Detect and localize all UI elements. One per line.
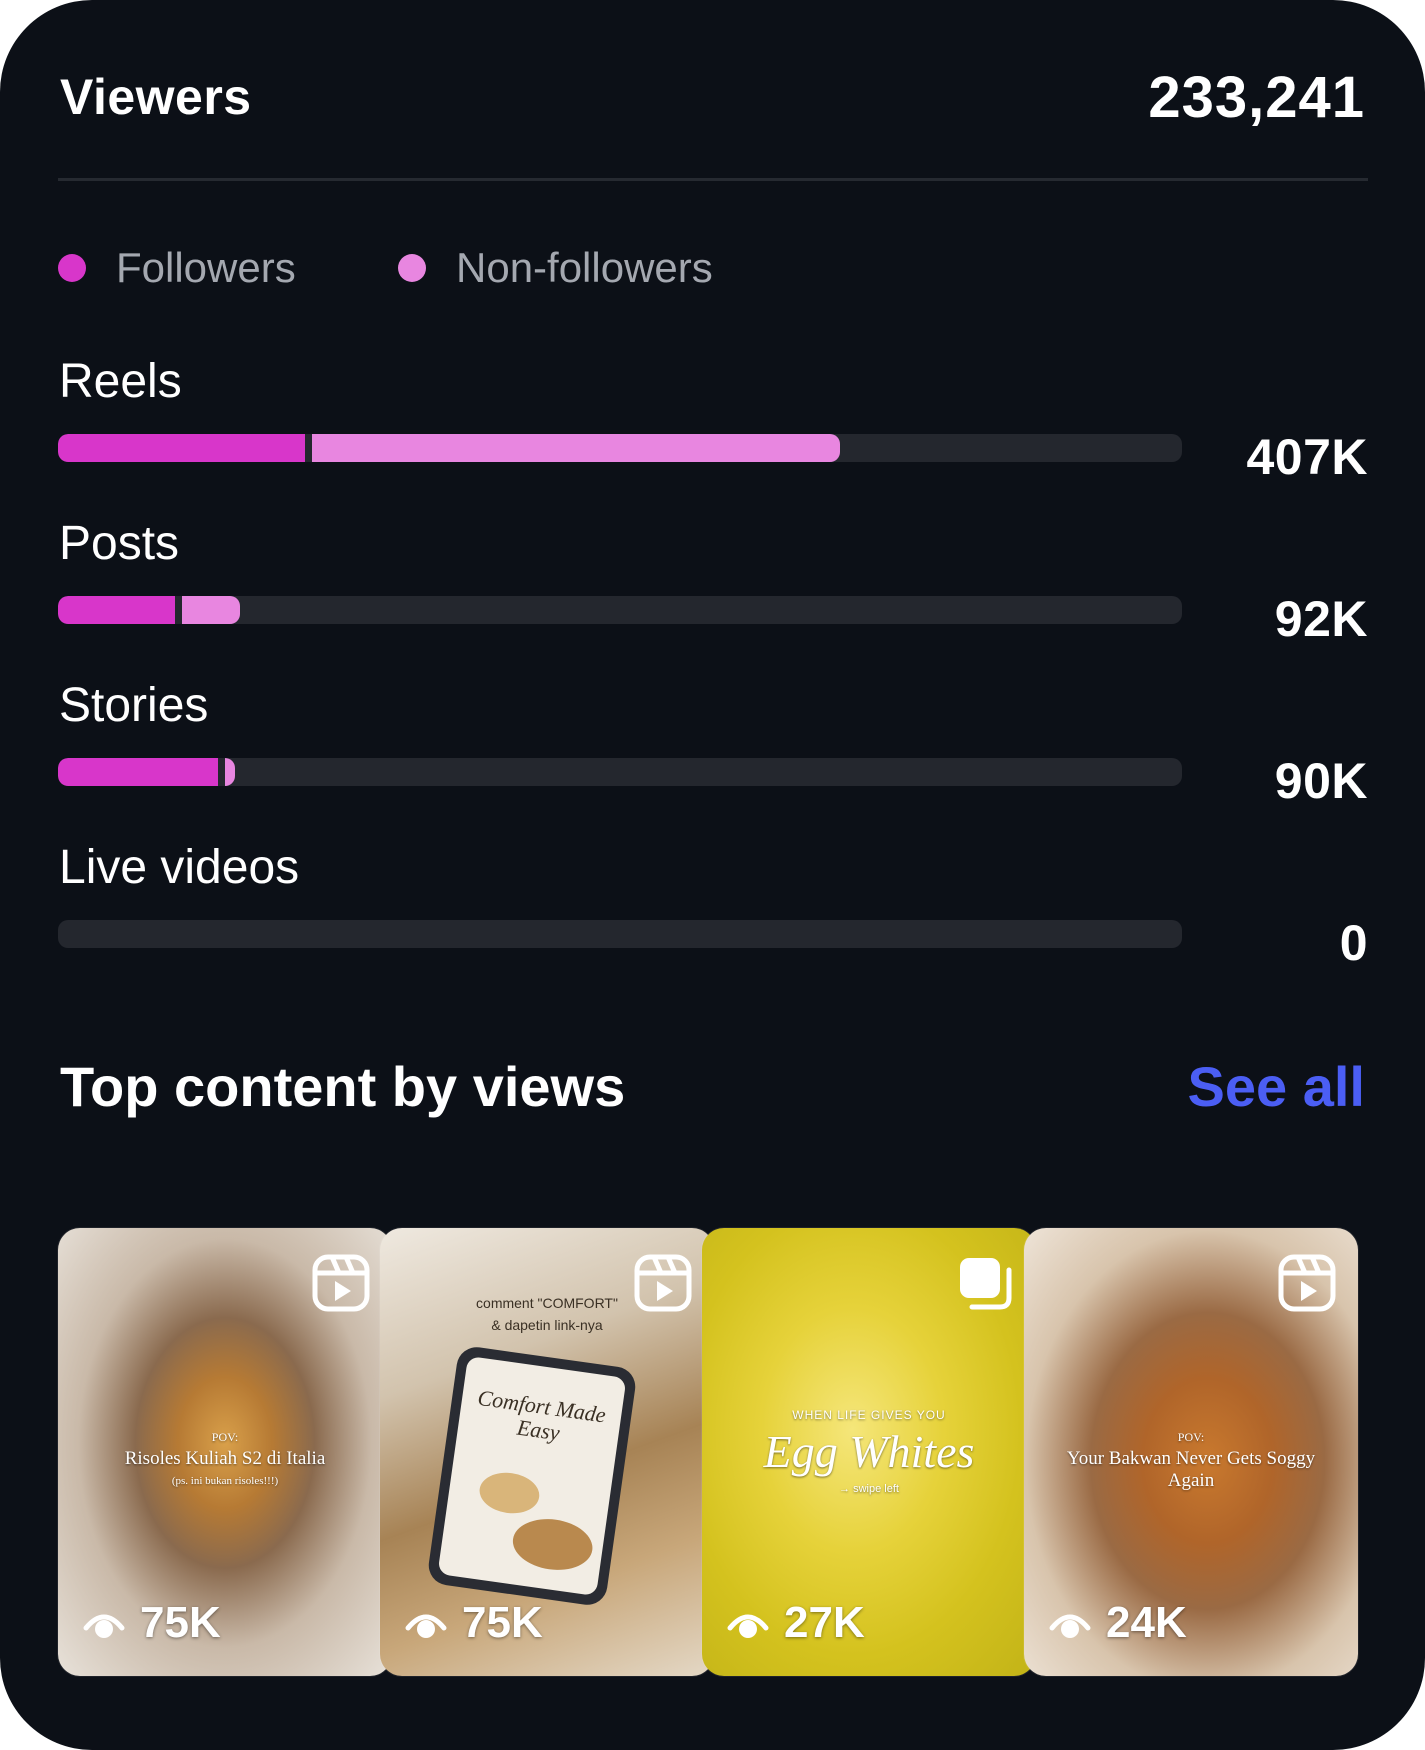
views-count: 27K	[784, 1598, 865, 1647]
viewers-title: Viewers	[60, 69, 252, 125]
followers-segment	[58, 758, 218, 786]
viewers-total: 233,241	[1148, 65, 1365, 130]
viewers-header: Viewers 233,241	[60, 62, 1365, 142]
legend-label-followers: Followers	[116, 244, 296, 291]
metric-value: 90K	[1274, 753, 1368, 809]
divider	[58, 178, 1368, 181]
reel-icon	[1278, 1254, 1336, 1312]
eye-icon	[1049, 1614, 1091, 1638]
legend-label-non-followers: Non-followers	[456, 244, 713, 291]
followers-dot	[58, 254, 86, 282]
non-followers-segment	[312, 434, 840, 462]
thumbnail-caption: POV: Your Bakwan Never Gets Soggy Again	[1066, 1430, 1316, 1491]
eye-icon	[405, 1614, 447, 1638]
metric-bar	[58, 920, 1182, 948]
metric-value: 92K	[1274, 591, 1368, 647]
metric-bar	[58, 596, 1182, 624]
carousel-icon	[960, 1258, 1012, 1310]
reel-icon	[312, 1254, 370, 1312]
metric-live-videos: Live videos 0	[58, 840, 1368, 980]
metric-label: Posts	[59, 517, 180, 570]
content-thumbnail[interactable]: POV: Your Bakwan Never Gets Soggy Again …	[1024, 1228, 1358, 1676]
metric-value: 0	[1339, 915, 1368, 971]
followers-segment	[58, 596, 175, 624]
metric-label: Live videos	[59, 841, 300, 894]
metric-label: Stories	[59, 679, 209, 732]
non-followers-segment	[182, 596, 240, 624]
content-thumbnail[interactable]: comment "COMFORT" & dapetin link-nya Com…	[380, 1228, 714, 1676]
metric-posts: Posts 92K	[58, 516, 1368, 656]
followers-segment	[58, 434, 305, 462]
views-count: 24K	[1106, 1598, 1187, 1647]
eye-icon	[83, 1614, 125, 1638]
metric-bar	[58, 434, 1182, 462]
metric-reels: Reels 407K	[58, 354, 1368, 494]
metric-bar	[58, 758, 1182, 786]
reel-icon	[634, 1254, 692, 1312]
viewers-card: Viewers 233,241 Followers Non-followers …	[0, 0, 1425, 1750]
thumbnail-caption: WHEN LIFE GIVES YOU Egg Whites → swipe l…	[763, 1408, 975, 1495]
views-count: 75K	[140, 1598, 221, 1647]
content-thumbnail[interactable]: POV: Risoles Kuliah S2 di Italia (ps. in…	[58, 1228, 392, 1676]
top-content-list: POV: Risoles Kuliah S2 di Italia (ps. in…	[58, 1228, 1425, 1676]
tablet-title: Comfort Made Easy	[476, 1384, 608, 1446]
content-thumbnail[interactable]: WHEN LIFE GIVES YOU Egg Whites → swipe l…	[702, 1228, 1036, 1676]
non-followers-segment	[225, 758, 235, 786]
top-content-title: Top content by views	[60, 1055, 626, 1118]
see-all-link[interactable]: See all	[1188, 1054, 1365, 1119]
metric-stories: Stories 90K	[58, 678, 1368, 818]
eye-icon	[727, 1614, 769, 1638]
metric-label: Reels	[59, 355, 182, 408]
thumbnail-caption: POV: Risoles Kuliah S2 di Italia (ps. in…	[124, 1430, 326, 1487]
views-count: 75K	[462, 1598, 543, 1647]
metric-value: 407K	[1246, 429, 1368, 485]
non-followers-dot	[398, 254, 426, 282]
tablet-mockup: Comfort Made Easy	[426, 1344, 638, 1608]
